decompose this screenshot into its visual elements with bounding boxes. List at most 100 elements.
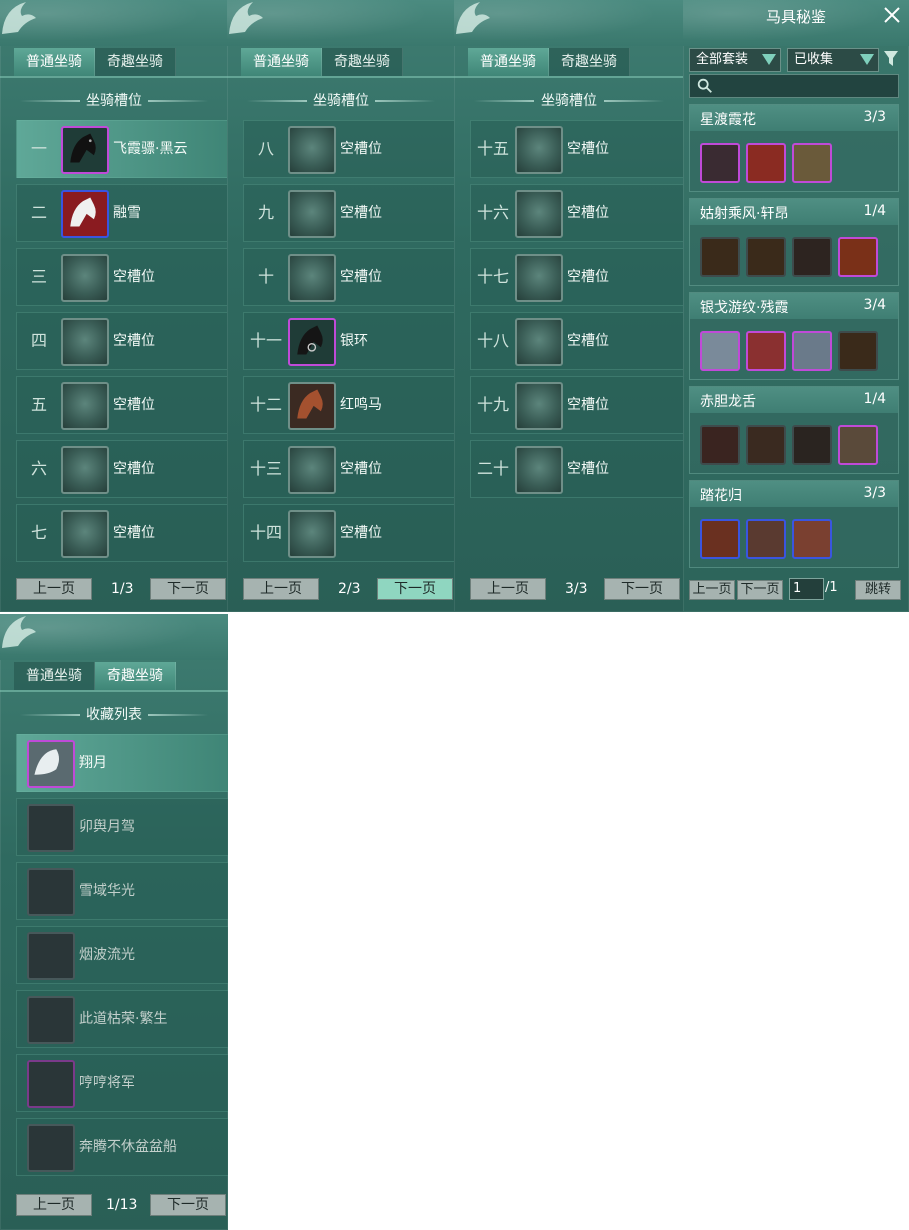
prev-page-button[interactable]: 上一页 (16, 578, 92, 600)
next-page-button[interactable]: 下一页 (737, 580, 783, 600)
slot-row[interactable]: 十一 银环 (243, 312, 455, 370)
prev-page-button[interactable]: 上一页 (16, 1194, 92, 1216)
section-title: 坐骑槽位 (86, 93, 142, 109)
harness-armor-icon[interactable] (792, 519, 832, 559)
jump-button[interactable]: 跳转 (855, 580, 901, 600)
slot-row[interactable]: 六 空槽位 (16, 440, 228, 498)
next-page-button[interactable]: 下一页 (604, 578, 680, 600)
mount-name: 此道枯荣·繁生 (79, 1011, 168, 1027)
dragon-logo-icon (2, 616, 36, 648)
next-page-button[interactable]: 下一页 (377, 578, 453, 600)
empty-slot-icon (515, 126, 563, 174)
collection-row[interactable]: 烟波流光 (16, 926, 228, 984)
slot-row[interactable]: 九 空槽位 (243, 184, 455, 242)
slot-row[interactable]: 十 空槽位 (243, 248, 455, 306)
mount-name: 飞霞骠·黑云 (113, 141, 188, 157)
harness-saddle-icon[interactable] (792, 237, 832, 277)
slot-row[interactable]: 十七 空槽位 (470, 248, 684, 306)
prev-page-button[interactable]: 上一页 (470, 578, 546, 600)
harness-set: 星渡霞花 3/3 (689, 104, 899, 192)
next-page-button[interactable]: 下一页 (150, 1194, 226, 1216)
collection-row[interactable]: 奔腾不休盆盆船 (16, 1118, 228, 1176)
harness-ornament-icon[interactable] (838, 331, 878, 371)
tab-normal-mount[interactable]: 普通坐骑 (14, 48, 95, 76)
slot-row[interactable]: 十三 空槽位 (243, 440, 455, 498)
mount-name: 空槽位 (340, 461, 382, 477)
slot-row[interactable]: 十九 空槽位 (470, 376, 684, 434)
mount-name: 空槽位 (567, 269, 609, 285)
filter-icon[interactable] (883, 50, 899, 68)
empty-slot-icon (515, 318, 563, 366)
slot-row[interactable]: 四 空槽位 (16, 312, 228, 370)
panel-title: 马具秘鉴 (765, 8, 826, 26)
mount-name: 空槽位 (113, 333, 155, 349)
tab-fun-mount[interactable]: 奇趣坐骑 (322, 48, 403, 76)
slot-row[interactable]: 十六 空槽位 (470, 184, 684, 242)
tab-normal-mount[interactable]: 普通坐骑 (14, 662, 95, 690)
mount-panel-page-2: 普通坐骑 奇趣坐骑 坐骑槽位 八 空槽位 九 空槽位 十 空槽位 十一 银环 十… (227, 0, 455, 612)
collection-row[interactable]: 翔月 (16, 734, 228, 792)
slot-row[interactable]: 二 融雪 (16, 184, 228, 242)
harness-saddle-icon[interactable] (792, 425, 832, 465)
slot-number: 七 (30, 523, 47, 542)
harness-ornament-icon[interactable] (838, 237, 878, 277)
slot-row[interactable]: 十五 空槽位 (470, 120, 684, 178)
harness-bridle-icon[interactable] (700, 331, 740, 371)
slot-number: 九 (257, 203, 274, 222)
prev-page-button[interactable]: 上一页 (689, 580, 735, 600)
page-number-input[interactable]: 1 (789, 578, 824, 600)
slot-number: 五 (30, 395, 47, 414)
harness-bridle-icon[interactable] (700, 237, 740, 277)
harness-bridle-icon[interactable] (700, 143, 740, 183)
set-filter-dropdown[interactable]: 全部套装 (689, 48, 781, 72)
slot-row[interactable]: 三 空槽位 (16, 248, 228, 306)
harness-armor-icon[interactable] (746, 143, 786, 183)
harness-ornament-icon[interactable] (838, 425, 878, 465)
tab-normal-mount[interactable]: 普通坐骑 (241, 48, 322, 76)
harness-armor-icon[interactable] (746, 331, 786, 371)
slot-row[interactable]: 十八 空槽位 (470, 312, 684, 370)
mount-name: 空槽位 (567, 205, 609, 221)
harness-saddle-icon[interactable] (792, 143, 832, 183)
collection-row[interactable]: 卯舆月驾 (16, 798, 228, 856)
slot-row[interactable]: 七 空槽位 (16, 504, 228, 562)
elk-mount-icon (27, 996, 75, 1044)
close-icon[interactable] (881, 4, 903, 26)
slot-row[interactable]: 五 空槽位 (16, 376, 228, 434)
set-header: 银戈游纹·残霞 3/4 (690, 293, 898, 319)
harness-saddle-icon[interactable] (792, 331, 832, 371)
slot-row[interactable]: 十二 红鸣马 (243, 376, 455, 434)
mount-name: 雪域华光 (79, 883, 135, 899)
collection-row[interactable]: 哼哼将军 (16, 1054, 228, 1112)
tab-fun-mount[interactable]: 奇趣坐骑 (95, 48, 176, 76)
harness-armor-icon[interactable] (746, 425, 786, 465)
set-header: 踏花归 3/3 (690, 481, 898, 507)
search-input[interactable] (689, 74, 899, 98)
slot-number: 四 (30, 331, 47, 350)
harness-saddle-icon[interactable] (746, 519, 786, 559)
harness-armor-icon[interactable] (746, 237, 786, 277)
section-header: 坐骑槽位 (0, 90, 228, 112)
slot-row[interactable]: 十四 空槽位 (243, 504, 455, 562)
mount-name: 空槽位 (567, 141, 609, 157)
slot-row[interactable]: 二十 空槽位 (470, 440, 684, 498)
harness-bridle-icon[interactable] (700, 425, 740, 465)
empty-slot-icon (61, 382, 109, 430)
pager: 上一页 3/3 下一页 (470, 578, 682, 600)
harness-bridle-icon[interactable] (700, 519, 740, 559)
empty-slot-icon (61, 446, 109, 494)
collection-row[interactable]: 雪域华光 (16, 862, 228, 920)
collection-row[interactable]: 此道枯荣·繁生 (16, 990, 228, 1048)
slot-number: 十 (257, 267, 274, 286)
section-header: 收藏列表 (0, 704, 228, 726)
slot-row[interactable]: 八 空槽位 (243, 120, 455, 178)
prev-page-button[interactable]: 上一页 (243, 578, 319, 600)
slot-row[interactable]: 一 飞霞骠·黑云 (16, 120, 228, 178)
collect-filter-dropdown[interactable]: 已收集 (787, 48, 879, 72)
next-page-button[interactable]: 下一页 (150, 578, 226, 600)
tab-fun-mount[interactable]: 奇趣坐骑 (549, 48, 630, 76)
tab-normal-mount[interactable]: 普通坐骑 (468, 48, 549, 76)
harness-set: 银戈游纹·残霞 3/4 (689, 292, 899, 380)
search-icon (697, 78, 712, 93)
tab-fun-mount[interactable]: 奇趣坐骑 (95, 662, 176, 690)
